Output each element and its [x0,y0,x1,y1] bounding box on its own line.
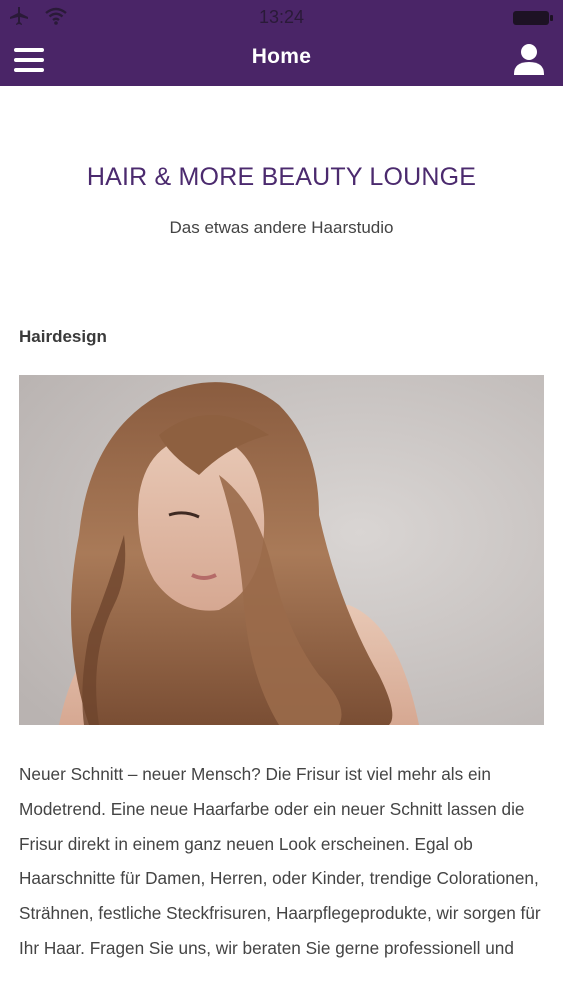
hairdesign-photo [19,375,544,725]
status-bar: 13:24 [0,0,563,34]
page-subtitle: Das etwas andere Haarstudio [169,218,394,237]
status-time: 13:24 [258,7,305,27]
user-profile-icon[interactable] [509,40,549,80]
battery-icon [513,11,553,25]
hamburger-menu-icon[interactable] [14,42,58,78]
navigation-bar: Home [0,34,563,86]
nav-title: Home [251,45,312,68]
body-text: Neuer Schnitt – neuer Mensch? Die Frisur… [19,764,541,958]
section-heading: Hairdesign [19,327,107,346]
page-title: HAIR & MORE BEAUTY LOUNGE [86,163,477,191]
